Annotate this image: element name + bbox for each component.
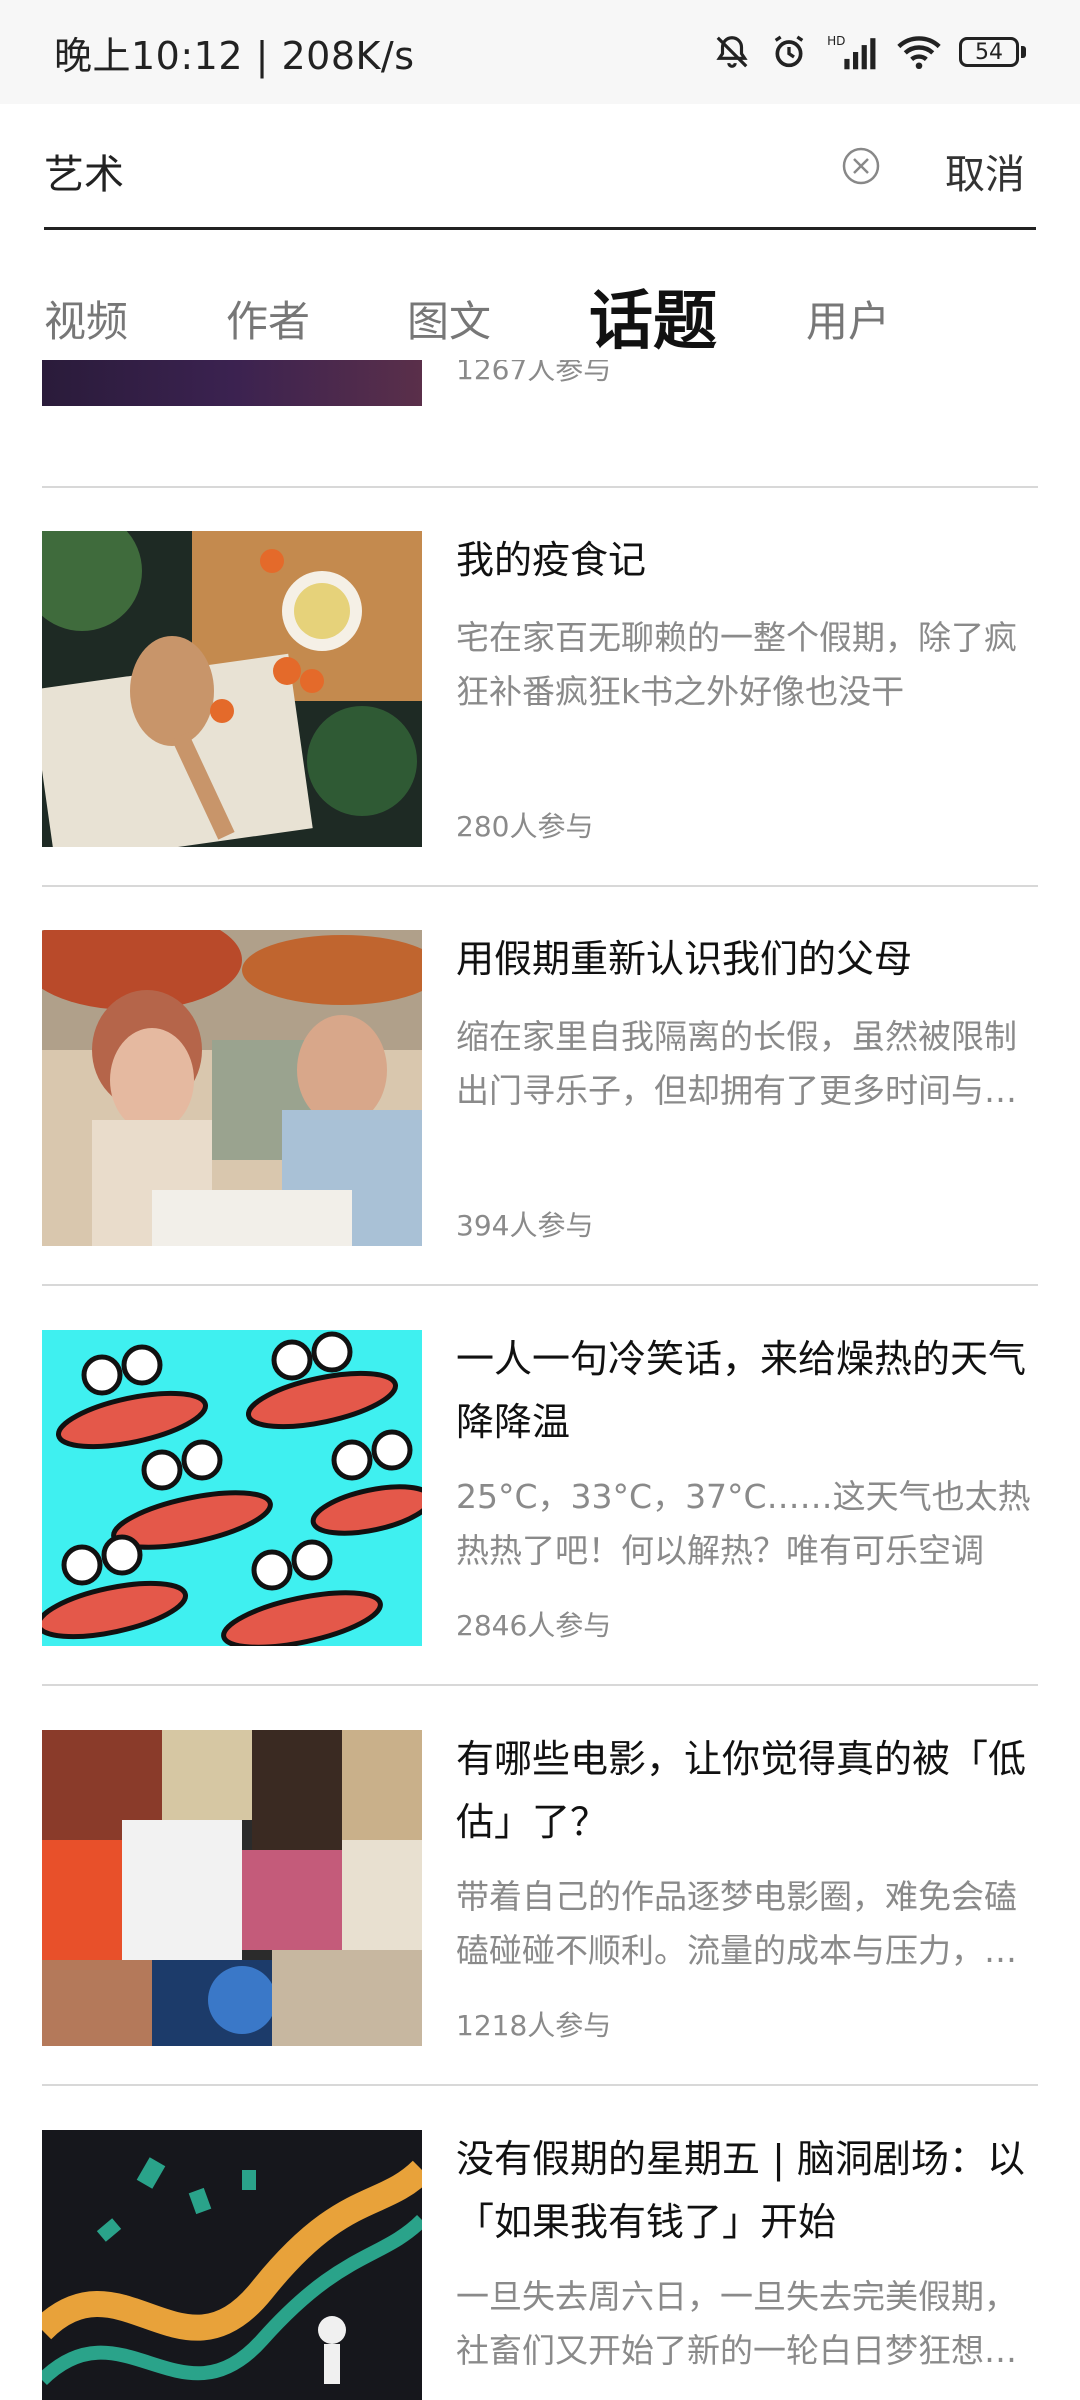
topic-list: 1267人参与 我的疫食记 宅在家百无聊赖的一整个假期，除了疯狂补番疯狂k书之外… [0,360,1080,2400]
topic-thumbnail [42,360,422,406]
list-item[interactable]: 一人一句冷笑话，来给燥热的天气降降温 25°C，33°C，37°C……这天气也太… [42,1330,1038,1646]
topic-title: 一人一句冷笑话，来给燥热的天气降降温 [456,1337,1027,1444]
tab-user[interactable]: 用户 [806,288,890,349]
search-input[interactable]: 艺术 [44,142,124,200]
tab-video[interactable]: 视频 [44,288,128,349]
wifi-icon [897,33,941,71]
list-item[interactable]: 有哪些电影，让你觉得真的被「低估」了？ 带着自己的作品逐梦电影圈，难免会磕磕碰碰… [42,1730,1038,2046]
participant-count: 280人参与 [456,810,594,843]
search-bar: 艺术 取消 [44,104,1036,230]
topic-thumbnail [42,930,422,1246]
topic-description: 缩在家里自我隔离的长假，虽然被限制出门寻乐子，但却拥有了更多时间与… [456,1017,1017,1110]
topic-description: 25°C，33°C，37°C……这天气也太热热热了吧！何以解热？唯有可乐空调冰… [456,1477,1031,1570]
clear-icon[interactable] [841,146,881,186]
hd-signal-icon: HD [827,33,879,71]
status-icons: HD 54 [713,32,1026,72]
list-item[interactable]: 1267人参与 [42,360,1038,450]
divider [42,2084,1038,2086]
alarm-icon [769,32,809,72]
divider [42,486,1038,488]
topic-title: 有哪些电影，让你觉得真的被「低估」了？ [456,1737,1027,1844]
list-item[interactable]: 用假期重新认识我们的父母 缩在家里自我隔离的长假，虽然被限制出门寻乐子，但却拥有… [42,930,1038,1246]
topic-thumbnail [42,1730,422,2046]
topic-title: 我的疫食记 [456,538,647,582]
topic-thumbnail [42,531,422,847]
divider [42,885,1038,887]
topic-description: 宅在家百无聊赖的一整个假期，除了疯狂补番疯狂k书之外好像也没干什……… [456,618,1017,711]
status-bar: 晚上10:12 | 208K/s HD 54 [0,0,1080,104]
participant-count: 1218人参与 [456,2009,612,2042]
topic-thumbnail [42,1330,422,1646]
topic-title: 用假期重新认识我们的父母 [456,937,913,981]
battery-icon: 54 [959,37,1026,67]
participant-count: 394人参与 [456,1209,594,1242]
divider [42,1284,1038,1286]
topic-description: 带着自己的作品逐梦电影圈，难免会磕磕碰碰不顺利。流量的成本与压力，… [456,1877,1017,1970]
list-item[interactable]: 我的疫食记 宅在家百无聊赖的一整个假期，除了疯狂补番疯狂k书之外好像也没干什……… [42,531,1038,847]
tab-author[interactable]: 作者 [226,288,310,349]
topic-thumbnail [42,2130,422,2400]
status-time: 晚上10:12 | 208K/s [54,33,415,78]
topic-description: 一旦失去周六日，一旦失去完美假期，社畜们又开始了新的一轮白日梦狂想… [456,2277,1017,2370]
svg-text:HD: HD [827,34,845,48]
participant-count: 2846人参与 [456,1609,612,1642]
search-tabs: 视频 作者 图文 话题 用户 [44,270,1044,360]
list-item[interactable]: 没有假期的星期五 | 脑洞剧场：以「如果我有钱了」开始 一旦失去周六日，一旦失去… [42,2130,1038,2400]
bell-muted-icon [713,33,751,71]
divider [42,1684,1038,1686]
participant-count: 1267人参与 [456,360,612,386]
cancel-button[interactable]: 取消 [945,142,1025,200]
tab-article[interactable]: 图文 [407,288,491,349]
battery-level: 54 [959,37,1019,67]
tab-topic[interactable]: 话题 [589,270,717,362]
topic-title: 没有假期的星期五 | 脑洞剧场：以「如果我有钱了」开始 [456,2137,1025,2244]
